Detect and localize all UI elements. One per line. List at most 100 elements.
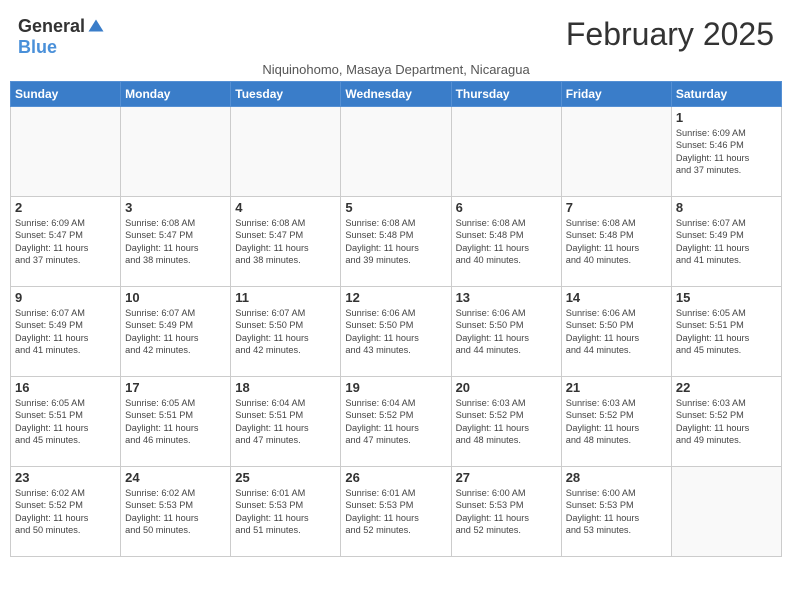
calendar-cell: 19 Sunrise: 6:04 AM Sunset: 5:52 PM Dayli… (341, 377, 451, 467)
day-info: Sunrise: 6:00 AM Sunset: 5:53 PM Dayligh… (456, 487, 557, 537)
location-subtitle: Niquinohomo, Masaya Department, Nicaragu… (10, 62, 782, 77)
weekday-header-friday: Friday (561, 82, 671, 107)
day-number: 1 (676, 110, 777, 125)
calendar-cell: 3 Sunrise: 6:08 AM Sunset: 5:47 PM Daylig… (121, 197, 231, 287)
weekday-header-sunday: Sunday (11, 82, 121, 107)
weekday-header-tuesday: Tuesday (231, 82, 341, 107)
calendar-cell: 12 Sunrise: 6:06 AM Sunset: 5:50 PM Dayli… (341, 287, 451, 377)
day-number: 25 (235, 470, 336, 485)
day-info: Sunrise: 6:01 AM Sunset: 5:53 PM Dayligh… (235, 487, 336, 537)
day-number: 15 (676, 290, 777, 305)
day-info: Sunrise: 6:01 AM Sunset: 5:53 PM Dayligh… (345, 487, 446, 537)
calendar-cell: 5 Sunrise: 6:08 AM Sunset: 5:48 PM Daylig… (341, 197, 451, 287)
day-number: 6 (456, 200, 557, 215)
day-number: 20 (456, 380, 557, 395)
day-info: Sunrise: 6:09 AM Sunset: 5:47 PM Dayligh… (15, 217, 116, 267)
day-info: Sunrise: 6:07 AM Sunset: 5:49 PM Dayligh… (125, 307, 226, 357)
day-info: Sunrise: 6:08 AM Sunset: 5:47 PM Dayligh… (235, 217, 336, 267)
calendar-cell: 9 Sunrise: 6:07 AM Sunset: 5:49 PM Daylig… (11, 287, 121, 377)
calendar-table: SundayMondayTuesdayWednesdayThursdayFrid… (10, 81, 782, 557)
calendar-cell (231, 107, 341, 197)
calendar-cell: 8Sunrise: 6:07 AM Sunset: 5:49 PM Daylig… (671, 197, 781, 287)
calendar-cell: 10 Sunrise: 6:07 AM Sunset: 5:49 PM Dayli… (121, 287, 231, 377)
weekday-header-monday: Monday (121, 82, 231, 107)
day-number: 13 (456, 290, 557, 305)
day-info: Sunrise: 6:05 AM Sunset: 5:51 PM Dayligh… (125, 397, 226, 447)
day-number: 28 (566, 470, 667, 485)
month-title: February 2025 (566, 16, 774, 53)
day-info: Sunrise: 6:06 AM Sunset: 5:50 PM Dayligh… (345, 307, 446, 357)
day-number: 9 (15, 290, 116, 305)
logo-blue-text: Blue (18, 37, 57, 58)
weekday-header-wednesday: Wednesday (341, 82, 451, 107)
day-number: 10 (125, 290, 226, 305)
day-info: Sunrise: 6:04 AM Sunset: 5:52 PM Dayligh… (345, 397, 446, 447)
day-number: 11 (235, 290, 336, 305)
day-number: 17 (125, 380, 226, 395)
day-number: 19 (345, 380, 446, 395)
day-number: 24 (125, 470, 226, 485)
calendar-cell: 6 Sunrise: 6:08 AM Sunset: 5:48 PM Daylig… (451, 197, 561, 287)
day-number: 3 (125, 200, 226, 215)
day-info: Sunrise: 6:08 AM Sunset: 5:48 PM Dayligh… (345, 217, 446, 267)
day-number: 12 (345, 290, 446, 305)
logo-general-text: General (18, 16, 85, 37)
calendar-week-3: 9 Sunrise: 6:07 AM Sunset: 5:49 PM Daylig… (11, 287, 782, 377)
calendar-cell: 2 Sunrise: 6:09 AM Sunset: 5:47 PM Daylig… (11, 197, 121, 287)
calendar-cell: 20Sunrise: 6:03 AM Sunset: 5:52 PM Dayli… (451, 377, 561, 467)
day-info: Sunrise: 6:06 AM Sunset: 5:50 PM Dayligh… (456, 307, 557, 357)
day-info: Sunrise: 6:03 AM Sunset: 5:52 PM Dayligh… (566, 397, 667, 447)
day-number: 27 (456, 470, 557, 485)
calendar-cell: 28Sunrise: 6:00 AM Sunset: 5:53 PM Dayli… (561, 467, 671, 557)
calendar-cell (11, 107, 121, 197)
calendar-week-4: 16 Sunrise: 6:05 AM Sunset: 5:51 PM Dayli… (11, 377, 782, 467)
calendar-cell: 15 Sunrise: 6:05 AM Sunset: 5:51 PM Dayli… (671, 287, 781, 377)
calendar-cell: 16 Sunrise: 6:05 AM Sunset: 5:51 PM Dayli… (11, 377, 121, 467)
calendar-cell: 13 Sunrise: 6:06 AM Sunset: 5:50 PM Dayli… (451, 287, 561, 377)
day-number: 16 (15, 380, 116, 395)
logo: General Blue (18, 16, 105, 58)
day-info: Sunrise: 6:02 AM Sunset: 5:52 PM Dayligh… (15, 487, 116, 537)
day-info: Sunrise: 6:07 AM Sunset: 5:49 PM Dayligh… (676, 217, 777, 267)
day-number: 23 (15, 470, 116, 485)
calendar-cell: 1 Sunrise: 6:09 AM Sunset: 5:46 PM Daylig… (671, 107, 781, 197)
day-number: 21 (566, 380, 667, 395)
calendar-week-5: 23 Sunrise: 6:02 AM Sunset: 5:52 PM Dayli… (11, 467, 782, 557)
calendar-cell: 21 Sunrise: 6:03 AM Sunset: 5:52 PM Dayli… (561, 377, 671, 467)
calendar-cell (451, 107, 561, 197)
calendar-cell: 18Sunrise: 6:04 AM Sunset: 5:51 PM Dayli… (231, 377, 341, 467)
weekday-header-thursday: Thursday (451, 82, 561, 107)
day-number: 5 (345, 200, 446, 215)
calendar-cell: 26 Sunrise: 6:01 AM Sunset: 5:53 PM Dayli… (341, 467, 451, 557)
day-info: Sunrise: 6:05 AM Sunset: 5:51 PM Dayligh… (676, 307, 777, 357)
day-number: 18 (235, 380, 336, 395)
logo-icon (87, 18, 105, 36)
day-info: Sunrise: 6:06 AM Sunset: 5:50 PM Dayligh… (566, 307, 667, 357)
calendar-week-2: 2 Sunrise: 6:09 AM Sunset: 5:47 PM Daylig… (11, 197, 782, 287)
day-info: Sunrise: 6:08 AM Sunset: 5:48 PM Dayligh… (456, 217, 557, 267)
day-number: 4 (235, 200, 336, 215)
header: General Blue February 2025 (10, 10, 782, 58)
day-number: 26 (345, 470, 446, 485)
calendar-cell: 14 Sunrise: 6:06 AM Sunset: 5:50 PM Dayli… (561, 287, 671, 377)
calendar-cell (671, 467, 781, 557)
day-info: Sunrise: 6:09 AM Sunset: 5:46 PM Dayligh… (676, 127, 777, 177)
day-info: Sunrise: 6:07 AM Sunset: 5:49 PM Dayligh… (15, 307, 116, 357)
day-info: Sunrise: 6:07 AM Sunset: 5:50 PM Dayligh… (235, 307, 336, 357)
day-number: 22 (676, 380, 777, 395)
day-info: Sunrise: 6:08 AM Sunset: 5:47 PM Dayligh… (125, 217, 226, 267)
day-info: Sunrise: 6:08 AM Sunset: 5:48 PM Dayligh… (566, 217, 667, 267)
calendar-cell: 24 Sunrise: 6:02 AM Sunset: 5:53 PM Dayli… (121, 467, 231, 557)
calendar-cell (341, 107, 451, 197)
calendar-cell: 7 Sunrise: 6:08 AM Sunset: 5:48 PM Daylig… (561, 197, 671, 287)
weekday-header-row: SundayMondayTuesdayWednesdayThursdayFrid… (11, 82, 782, 107)
day-number: 7 (566, 200, 667, 215)
day-info: Sunrise: 6:02 AM Sunset: 5:53 PM Dayligh… (125, 487, 226, 537)
calendar-cell: 23 Sunrise: 6:02 AM Sunset: 5:52 PM Dayli… (11, 467, 121, 557)
day-info: Sunrise: 6:05 AM Sunset: 5:51 PM Dayligh… (15, 397, 116, 447)
calendar-week-1: 1 Sunrise: 6:09 AM Sunset: 5:46 PM Daylig… (11, 107, 782, 197)
day-number: 14 (566, 290, 667, 305)
calendar-cell: 25 Sunrise: 6:01 AM Sunset: 5:53 PM Dayli… (231, 467, 341, 557)
day-number: 2 (15, 200, 116, 215)
title-block: February 2025 (566, 16, 774, 53)
